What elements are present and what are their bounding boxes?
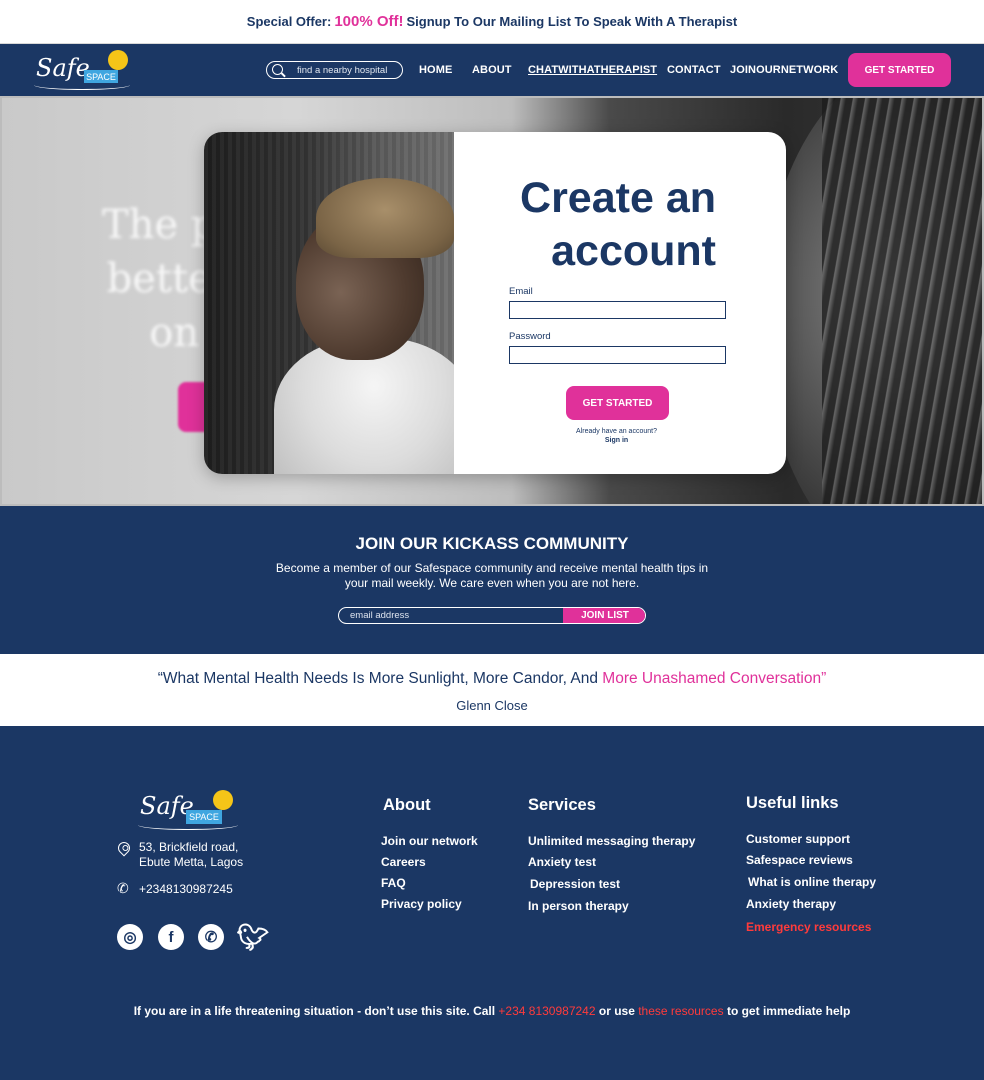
nav-chat-with-therapist[interactable]: CHATWITHATHERAPIST	[528, 64, 657, 76]
footer-link-join-network[interactable]: Join our network	[381, 834, 478, 848]
quote-text: “What Mental Health Needs Is More Sunlig…	[0, 670, 984, 688]
address-line: Ebute Metta, Lagos	[139, 855, 244, 869]
already-account-text: Already have an account?	[576, 428, 657, 435]
logo-script: Safe	[36, 54, 90, 82]
footer-link-online-therapy[interactable]: What is online therapy	[748, 875, 876, 889]
footer-about-heading: About	[383, 796, 431, 814]
email-label: Email	[509, 286, 533, 297]
offer-bar: Special Offer: 100% Off! Signup To Our M…	[0, 0, 984, 44]
twitter-icon[interactable]: 🐦︎	[237, 922, 270, 952]
password-label: Password	[509, 331, 551, 342]
logo-sun	[213, 790, 233, 810]
instagram-icon[interactable]: ◎	[117, 924, 143, 950]
footer-link-in-person-therapy[interactable]: In person therapy	[528, 899, 629, 913]
signup-title: Create an account	[504, 172, 716, 278]
footer-link-careers[interactable]: Careers	[381, 855, 426, 869]
whatsapp-icon[interactable]: ✆	[198, 924, 224, 950]
footer-link-reviews[interactable]: Safespace reviews	[746, 853, 853, 867]
hero-bg-line: on	[149, 310, 200, 356]
brand-logo[interactable]: Safe SPACE	[32, 48, 132, 92]
address-line: 53, Brickfield road,	[139, 840, 239, 854]
footer-link-customer-support[interactable]: Customer support	[746, 832, 850, 846]
photo-hat	[316, 178, 454, 258]
nav-contact[interactable]: CONTACT	[667, 64, 721, 76]
search-icon	[272, 64, 283, 75]
disclaimer-phone-link[interactable]: +234 8130987242	[498, 1004, 595, 1018]
footer-link-anxiety-test[interactable]: Anxiety test	[528, 855, 596, 869]
nav-get-started-button[interactable]: GET STARTED	[848, 53, 951, 87]
footer-address: 53, Brickfield road, Ebute Metta, Lagos	[139, 840, 243, 870]
footer-logo[interactable]: Safe SPACE	[136, 788, 240, 832]
footer-link-messaging-therapy[interactable]: Unlimited messaging therapy	[528, 834, 695, 848]
logo-swoosh	[34, 80, 130, 90]
footer-useful-heading: Useful links	[746, 794, 839, 812]
community-heading: JOIN OUR KICKASS COMMUNITY	[355, 534, 629, 553]
signup-title-line: account	[551, 227, 716, 275]
signup-title-line: Create an	[520, 174, 716, 222]
disclaimer-text: to get immediate help	[723, 1004, 851, 1018]
disclaimer-text: or use	[595, 1004, 639, 1018]
join-list-button[interactable]: JOIN LIST	[563, 608, 645, 623]
community-section: JOIN OUR KICKASS COMMUNITY Become a memb…	[0, 506, 984, 654]
hero-background-text: The p bette on	[102, 198, 216, 360]
quote-section: “What Mental Health Needs Is More Sunlig…	[0, 654, 984, 726]
offer-suffix: Signup To Our Mailing List To Speak With…	[406, 14, 738, 29]
footer-link-emergency-resources[interactable]: Emergency resources	[746, 920, 871, 934]
footer-phone[interactable]: +2348130987245	[139, 882, 233, 896]
nav-about[interactable]: ABOUT	[472, 64, 512, 76]
quote-author: Glenn Close	[456, 698, 528, 713]
signup-photo	[204, 132, 454, 474]
footer-disclaimer: If you are in a life threatening situati…	[0, 1004, 984, 1018]
phone-icon: ✆	[117, 880, 129, 896]
email-field[interactable]	[509, 301, 726, 319]
join-list-form: JOIN LIST	[338, 607, 646, 624]
top-nav: Safe SPACE HOME ABOUT CHATWITHATHERAPIST…	[0, 44, 984, 96]
password-field[interactable]	[509, 346, 726, 364]
logo-sun	[108, 50, 128, 70]
offer-prefix: Special Offer:	[246, 14, 332, 29]
footer: Safe SPACE 53, Brickfield road, Ebute Me…	[0, 726, 984, 1080]
newsletter-email-input[interactable]	[339, 608, 563, 623]
facebook-icon[interactable]: f	[158, 924, 184, 950]
hospital-search-input[interactable]	[297, 63, 399, 77]
offer-highlight: 100% Off!	[334, 13, 404, 30]
disclaimer-text: If you are in a life threatening situati…	[133, 1004, 499, 1018]
community-text: Become a member of our Safespace communi…	[275, 561, 709, 590]
hospital-search[interactable]	[266, 61, 403, 79]
quote-highlight: More Unashamed Conversation”	[602, 670, 827, 687]
disclaimer-resources-link[interactable]: these resources	[638, 1004, 723, 1018]
nav-home[interactable]: HOME	[419, 64, 452, 76]
footer-link-depression-test[interactable]: Depression test	[530, 877, 620, 891]
nav-join-network[interactable]: JOINOURNETWORK	[730, 64, 838, 76]
footer-link-faq[interactable]: FAQ	[381, 876, 406, 890]
sign-in-link[interactable]: Sign in	[534, 437, 699, 444]
quote-open: “What Mental Health Needs Is More Sunlig…	[157, 670, 603, 687]
footer-link-privacy[interactable]: Privacy policy	[381, 897, 462, 911]
hero-bg-line: The p	[102, 202, 217, 248]
signup-card: Create an account Email Password GET STA…	[204, 132, 786, 474]
footer-link-anxiety-therapy[interactable]: Anxiety therapy	[746, 897, 836, 911]
hero-bg-line: bette	[106, 256, 212, 302]
logo-swoosh	[138, 820, 238, 830]
location-pin-icon	[115, 839, 133, 857]
hero-braids	[822, 98, 982, 504]
footer-services-heading: Services	[528, 796, 596, 814]
signup-get-started-button[interactable]: GET STARTED	[566, 386, 669, 420]
